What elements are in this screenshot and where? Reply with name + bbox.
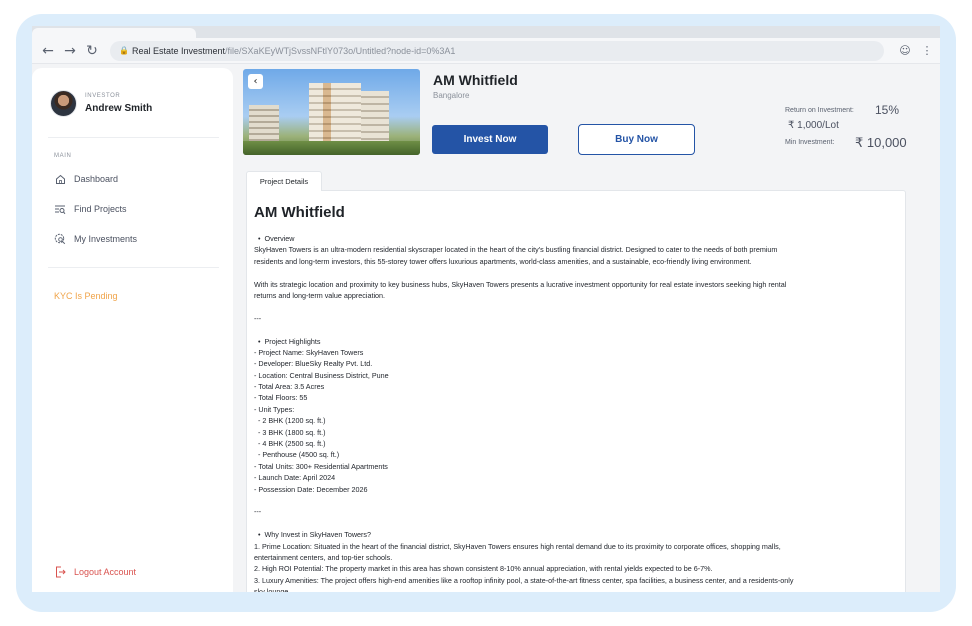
details-line: • Project Highlights	[254, 336, 321, 346]
details-line: - 4 BHK (2500 sq. ft.)	[254, 439, 326, 449]
reload-icon[interactable]: ↻	[83, 42, 101, 60]
buy-now-button[interactable]: Buy Now	[578, 124, 695, 155]
details-line	[254, 267, 900, 278]
sidebar-item-find-projects[interactable]: Find Projects	[54, 201, 127, 217]
logout-icon	[54, 566, 66, 578]
browser-window: ← → ↻ 🔒 Real Estate Investment/file/SXaK…	[32, 26, 940, 592]
details-line: With its strategic location and proximit…	[254, 279, 787, 289]
user-name: Andrew Smith	[85, 103, 153, 114]
details-line: - 3 BHK (1800 sq. ft.)	[254, 427, 326, 437]
kebab-menu-icon[interactable]: ⋮	[918, 42, 936, 60]
browser-tab[interactable]	[32, 28, 196, 38]
chevron-left-icon[interactable]: ‹	[248, 74, 263, 89]
details-line: ---	[254, 313, 262, 323]
details-line: - Project Name: SkyHaven Towers	[254, 347, 364, 357]
details-body: • Overview SkyHaven Towers is an ultra-mo…	[254, 233, 900, 592]
main-content: ‹ AM Whitfield Bangalore Invest Now Buy …	[242, 68, 940, 592]
details-line: - Unit Types:	[254, 404, 295, 414]
home-icon	[54, 173, 66, 185]
details-line	[254, 324, 900, 335]
forward-arrow-icon[interactable]: →	[61, 42, 79, 60]
project-image: ‹	[243, 69, 420, 155]
avatar[interactable]	[50, 90, 77, 117]
project-city: Bangalore	[433, 91, 470, 100]
details-line: - Location: Central Business District, P…	[254, 370, 389, 380]
details-line: • Overview	[254, 234, 295, 243]
back-arrow-icon[interactable]: ←	[39, 42, 57, 60]
details-title: AM Whitfield	[254, 204, 345, 221]
filter-search-icon	[54, 203, 66, 215]
details-line: • Why Invest in SkyHaven Towers?	[254, 530, 372, 540]
details-line: - Developer: BlueSky Realty Pvt. Ltd.	[254, 359, 373, 369]
lot-price: ₹ 1,000/Lot	[788, 120, 839, 131]
details-line: - Penthouse (4500 sq. ft.)	[254, 450, 340, 460]
sidebar-item-label: Find Projects	[74, 204, 127, 214]
project-name: AM Whitfield	[433, 72, 518, 88]
details-line: SkyHaven Towers is an ultra-modern resid…	[254, 245, 778, 255]
details-line: 3. Luxury Amenities: The project offers …	[254, 575, 794, 585]
roi-value: 15%	[875, 103, 900, 117]
details-line	[254, 495, 900, 506]
details-line: 1. Prime Location: Situated in the heart…	[254, 541, 781, 551]
details-line: entertainment centers, and top-tier scho…	[254, 552, 393, 562]
kyc-status[interactable]: KYC Is Pending	[54, 291, 118, 301]
user-role: INVESTOR	[85, 93, 121, 99]
section-label-main: MAIN	[54, 153, 72, 159]
url-path: /file/SXaKEyWTjSvssNFtlY073o/Untitled?no…	[225, 46, 456, 56]
details-line: - 2 BHK (1200 sq. ft.)	[254, 416, 326, 426]
details-line: - Launch Date: April 2024	[254, 473, 336, 483]
details-line: - Total Area: 3.5 Acres	[254, 382, 325, 392]
lock-icon: 🔒	[119, 46, 129, 55]
sidebar-item-label: My Investments	[74, 234, 138, 244]
details-line: - Total Floors: 55	[254, 393, 308, 403]
divider	[48, 137, 219, 138]
project-details-card: AM Whitfield • Overview SkyHaven Towers i…	[246, 190, 906, 592]
details-line	[254, 518, 900, 529]
url-host: Real Estate Investment	[132, 46, 226, 56]
sidebar-item-dashboard[interactable]: Dashboard	[54, 171, 118, 187]
min-investment-value: ₹ 10,000	[855, 135, 907, 150]
details-line: returns and long-term value appreciation…	[254, 290, 386, 300]
details-line: 2. High ROI Potential: The property mark…	[254, 564, 713, 574]
invest-now-button[interactable]: Invest Now	[432, 125, 548, 154]
sidebar-item-my-investments[interactable]: My Investments	[54, 231, 137, 247]
tab-project-details[interactable]: Project Details	[246, 171, 322, 191]
details-line: sky lounge.	[254, 587, 291, 592]
logout-button[interactable]: Logout Account	[54, 566, 136, 578]
details-line: residents and long-term investors, this …	[254, 256, 752, 266]
details-line	[254, 301, 900, 312]
profile-icon[interactable]: ☺	[896, 42, 914, 60]
min-investment-label: Min Investment:	[785, 139, 835, 146]
browser-toolbar: ← → ↻ 🔒 Real Estate Investment/file/SXaK…	[32, 38, 940, 64]
logout-label: Logout Account	[74, 567, 137, 577]
investment-search-icon	[54, 233, 66, 245]
tab-strip	[32, 26, 940, 38]
sidebar-item-label: Dashboard	[74, 174, 119, 184]
address-bar[interactable]: 🔒 Real Estate Investment/file/SXaKEyWTjS…	[110, 41, 884, 61]
divider	[48, 267, 219, 268]
details-line: ---	[254, 507, 262, 517]
sidebar: INVESTOR Andrew Smith MAIN Dashboard Fin…	[32, 68, 233, 592]
roi-label: Return on Investment:	[785, 107, 854, 114]
details-line: - Total Units: 300+ Residential Apartmen…	[254, 461, 388, 471]
details-line: - Possession Date: December 2026	[254, 484, 368, 494]
